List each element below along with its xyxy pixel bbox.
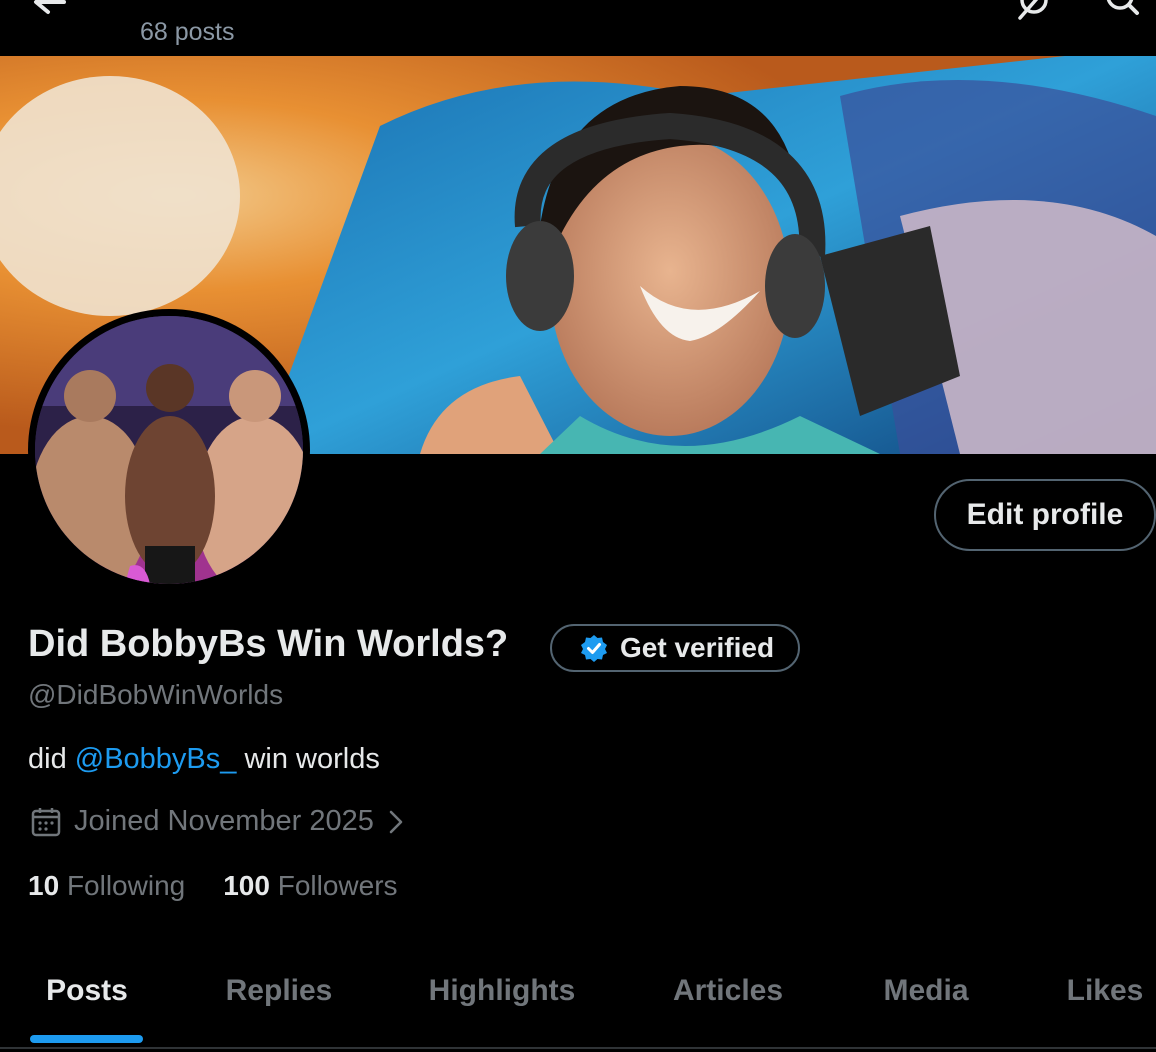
bio-text-prefix: did xyxy=(28,743,75,775)
tab-replies[interactable]: Replies xyxy=(226,974,333,1008)
joined-date[interactable]: Joined November 2025 xyxy=(30,805,406,838)
following-count: 10 xyxy=(28,870,60,901)
verified-badge-icon xyxy=(581,635,607,662)
following-label: Following xyxy=(66,870,186,901)
page-title-cutoff xyxy=(300,0,340,6)
avatar-image xyxy=(35,316,303,584)
tab-media[interactable]: Media xyxy=(883,974,968,1008)
bio-text-suffix: win worlds xyxy=(236,743,380,775)
grok-icon[interactable] xyxy=(1014,0,1054,22)
search-icon[interactable] xyxy=(1102,0,1142,22)
chevron-right-icon xyxy=(389,810,403,833)
joined-label: Joined November 2025 xyxy=(74,805,374,837)
following-link[interactable]: 10 Following xyxy=(28,870,185,902)
follow-stats: 10 Following 100 Followers xyxy=(28,870,398,902)
avatar[interactable] xyxy=(28,309,310,591)
display-name: Did BobbyBs Win Worlds? xyxy=(28,623,509,665)
tab-articles[interactable]: Articles xyxy=(673,974,783,1008)
tab-highlights[interactable]: Highlights xyxy=(429,974,576,1008)
tab-posts[interactable]: Posts xyxy=(46,974,128,1008)
profile-tabs: Posts Replies Highlights Articles Media … xyxy=(0,950,1156,1052)
user-handle: @DidBobWinWorlds xyxy=(28,679,284,710)
get-verified-button[interactable]: Get verified xyxy=(550,624,800,672)
get-verified-label: Get verified xyxy=(620,632,775,663)
followers-link[interactable]: 100 Followers xyxy=(223,870,397,902)
edit-profile-button[interactable]: Edit profile xyxy=(934,479,1156,551)
tabs-divider xyxy=(0,1047,1156,1049)
calendar-icon xyxy=(31,807,61,836)
back-arrow-icon[interactable] xyxy=(30,0,70,24)
post-count: 68 posts xyxy=(140,18,235,46)
followers-count: 100 xyxy=(223,870,270,901)
bio: did @BobbyBs_ win worlds xyxy=(28,743,380,776)
bio-mention-link[interactable]: @BobbyBs_ xyxy=(75,743,237,775)
active-tab-indicator xyxy=(30,1035,143,1043)
followers-label: Followers xyxy=(277,870,398,901)
tab-likes[interactable]: Likes xyxy=(1067,974,1144,1008)
top-bar: 68 posts xyxy=(0,0,1156,56)
